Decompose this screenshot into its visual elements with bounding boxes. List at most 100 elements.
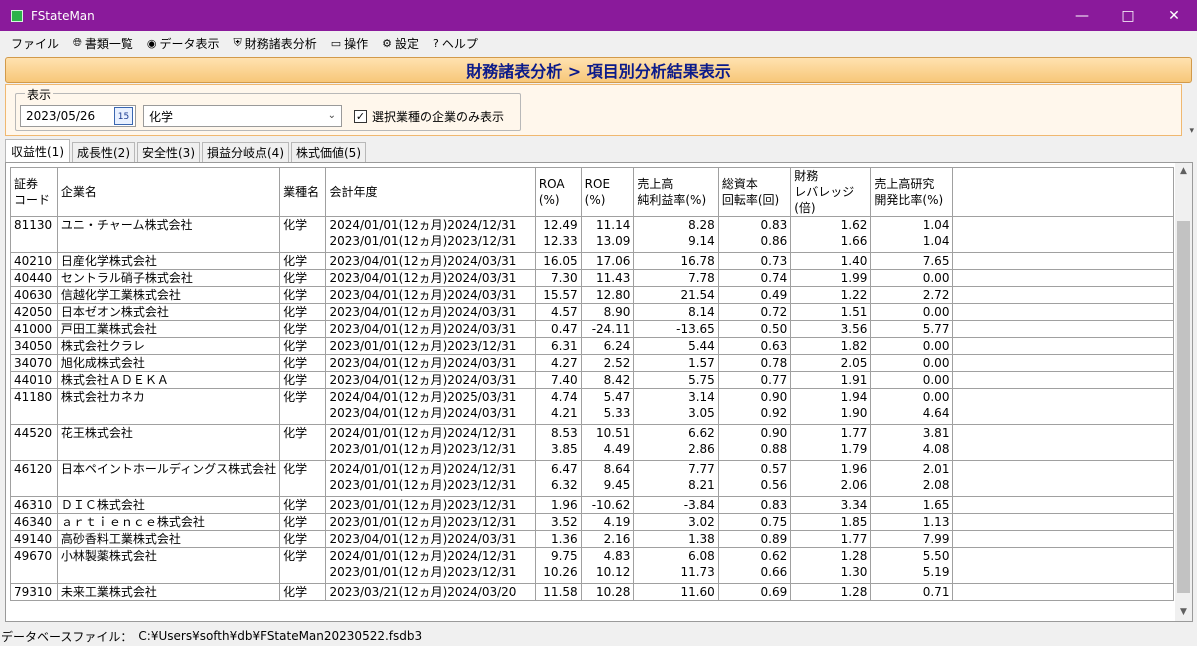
cell-company: 小林製薬株式会社 <box>56 547 281 584</box>
industry-value: 化学 <box>149 109 174 124</box>
menu-data-view[interactable]: ◉ データ表示 <box>140 31 227 55</box>
column-header[interactable]: ROE (%) <box>580 167 635 217</box>
scroll-up-icon[interactable]: ▲ <box>1175 163 1192 180</box>
date-picker[interactable]: 2023/05/26 15 <box>20 105 136 127</box>
table-row[interactable]: 34050 株式会社クラレ 化学 2023/01/01(12ヵ月)2023/12/31… <box>10 337 1174 355</box>
calendar-icon[interactable]: 15 <box>114 107 133 125</box>
cell-roa-line: 6.47 <box>550 462 578 476</box>
scroll-thumb[interactable] <box>1177 221 1190 593</box>
tab-safety[interactable]: 安全性(3) <box>137 142 200 162</box>
cell-roa: 15.57 <box>534 286 582 304</box>
maximize-icon: □ <box>1121 7 1135 24</box>
menu-financial-analysis[interactable]: ⛨ 財務諸表分析 <box>226 31 323 55</box>
cell-leverage-line: 1.77 <box>840 426 868 440</box>
column-header[interactable]: 売上高研究 開発比率(%) <box>870 167 954 217</box>
table-row[interactable]: 49670 小林製薬株式会社 化学 2024/01/01(12ヵ月)2024/12/3… <box>10 547 1174 584</box>
cell-rd-ratio-line: 2.01 <box>922 462 950 476</box>
cell-asset-turnover: 0.90 0.92 <box>717 388 792 425</box>
header-row: 証券 コード 企業名 業種名 会計年度 ROA (%) ROE (%) 売上高 純利益率(%… <box>10 167 1174 217</box>
panel-scroll-down-icon[interactable]: ▾ <box>1189 126 1194 136</box>
cell-roe: 4.19 <box>580 513 635 531</box>
cell-roe-line: -10.62 <box>591 498 631 512</box>
cell-rd-ratio-line: 2.72 <box>922 288 950 302</box>
tab-growth[interactable]: 成長性(2) <box>72 142 135 162</box>
column-header-label: 企業名 <box>60 185 97 199</box>
cell-company: 信越化学工業株式会社 <box>56 286 281 304</box>
cell-rd-ratio-line: 2.08 <box>922 478 950 492</box>
cell-rd-ratio: 0.00 <box>870 337 954 355</box>
menu-operation[interactable]: ▭ 操作 <box>324 31 375 55</box>
scroll-down-icon[interactable]: ▼ <box>1175 604 1192 621</box>
close-button[interactable]: ✕ <box>1151 0 1197 31</box>
table-row[interactable]: 34070 旭化成株式会社 化学 2023/04/01(12ヵ月)2024/03/31… <box>10 354 1174 372</box>
menu-help[interactable]: ? ヘルプ <box>426 31 485 55</box>
minimize-button[interactable]: — <box>1059 0 1105 31</box>
cell-code: 46120 <box>10 460 58 497</box>
only-selected-industry[interactable]: ✓ 選択業種の企業のみ表示 <box>354 108 504 125</box>
cell-roe-line: 2.52 <box>603 356 631 370</box>
cell-net-margin: 6.62 2.86 <box>633 424 719 461</box>
cell-asset-turnover-line: 0.88 <box>760 442 788 456</box>
cell-fiscal-year-line: 2023/04/01(12ヵ月)2024/03/31 <box>329 322 517 336</box>
column-header[interactable]: ROA (%) <box>534 167 582 217</box>
table-row[interactable]: 41180 株式会社カネカ 化学 2024/04/01(12ヵ月)2025/03/31… <box>10 388 1174 425</box>
table-row[interactable]: 46310 ＤＩＣ株式会社 化学 2023/01/01(12ヵ月)2023/12/31… <box>10 496 1174 514</box>
cell-rd-ratio-line: 1.13 <box>922 515 950 529</box>
column-header[interactable]: 売上高 純利益率(%) <box>633 167 719 217</box>
cell-net-margin: 5.75 <box>633 371 719 389</box>
cell-roa-line: 6.32 <box>550 478 578 492</box>
maximize-button[interactable]: □ <box>1105 0 1151 31</box>
cell-asset-turnover-line: 0.89 <box>760 532 788 546</box>
cell-asset-turnover: 0.50 <box>717 320 792 338</box>
tab-break-even[interactable]: 損益分岐点(4) <box>202 142 289 162</box>
table-row[interactable]: 81130 ユニ・チャーム株式会社 化学 2024/01/01(12ヵ月)2024/1… <box>10 216 1174 253</box>
cell-leverage: 1.51 <box>790 303 872 321</box>
cell-asset-turnover-line: 0.75 <box>760 515 788 529</box>
cell-asset-turnover-line: 0.92 <box>760 406 788 420</box>
column-header[interactable]: 財務 レバレッジ(倍) <box>790 167 872 217</box>
cell-company: 戸田工業株式会社 <box>56 320 281 338</box>
table-row[interactable]: 44520 花王株式会社 化学 2024/01/01(12ヵ月)2024/12/31 2… <box>10 424 1174 461</box>
only-selected-checkbox[interactable]: ✓ <box>354 110 367 123</box>
cell-fiscal-year-line: 2023/01/01(12ヵ月)2023/12/31 <box>329 565 517 579</box>
cell-asset-turnover: 0.83 0.86 <box>717 216 792 253</box>
cell-fiscal-year: 2023/04/01(12ヵ月)2024/03/31 <box>325 371 536 389</box>
table-row[interactable]: 40210 日産化学株式会社 化学 2023/04/01(12ヵ月)2024/03/3… <box>10 252 1174 270</box>
vertical-scrollbar[interactable]: ▲ ▼ <box>1175 163 1192 621</box>
cell-fiscal-year-line: 2024/01/01(12ヵ月)2024/12/31 <box>329 549 517 563</box>
table-row[interactable]: 41000 戸田工業株式会社 化学 2023/04/01(12ヵ月)2024/03/3… <box>10 320 1174 338</box>
header-filler <box>952 167 1174 217</box>
table-row[interactable]: 46120 日本ペイントホールディングス株式会社 化学 2024/01/01(12ヵ月… <box>10 460 1174 497</box>
column-header[interactable]: 会計年度 <box>325 167 536 217</box>
row-filler <box>952 303 1174 321</box>
cell-industry: 化学 <box>279 320 327 338</box>
window-title: FStateMan <box>31 8 95 23</box>
column-header[interactable]: 証券 コード <box>10 167 58 217</box>
menu-document-list[interactable]: 🌐︎ 書類一覧 <box>66 31 140 55</box>
cell-industry: 化学 <box>279 424 327 461</box>
table-row[interactable]: 40630 信越化学工業株式会社 化学 2023/04/01(12ヵ月)2024/03… <box>10 286 1174 304</box>
cell-company: ユニ・チャーム株式会社 <box>56 216 281 253</box>
tab-profitability[interactable]: 収益性(1) <box>5 139 70 162</box>
column-header[interactable]: 業種名 <box>279 167 327 217</box>
table-row[interactable]: 40440 セントラル硝子株式会社 化学 2023/04/01(12ヵ月)2024/0… <box>10 269 1174 287</box>
industry-select[interactable]: 化学 ⌄ <box>143 105 342 127</box>
cell-leverage: 1.22 <box>790 286 872 304</box>
cell-asset-turnover: 0.62 0.66 <box>717 547 792 584</box>
menu-settings[interactable]: ⚙ 設定 <box>375 31 426 55</box>
cell-asset-turnover-line: 0.74 <box>760 271 788 285</box>
menu-file[interactable]: ファイル <box>4 31 66 55</box>
table-row[interactable]: 49140 高砂香料工業株式会社 化学 2023/04/01(12ヵ月)2024/03… <box>10 530 1174 548</box>
table-row[interactable]: 44010 株式会社ＡＤＥＫＡ 化学 2023/04/01(12ヵ月)2024/03/… <box>10 371 1174 389</box>
row-filler <box>952 286 1174 304</box>
cell-roa: 4.27 <box>534 354 582 372</box>
column-header[interactable]: 総資本 回転率(回) <box>717 167 792 217</box>
menu-label: データ表示 <box>159 36 220 51</box>
tab-stock-value[interactable]: 株式価値(5) <box>291 142 366 162</box>
table-row[interactable]: 46340 ａｒｔｉｅｎｃｅ株式会社 化学 2023/01/01(12ヵ月)2023/… <box>10 513 1174 531</box>
cell-fiscal-year: 2023/01/01(12ヵ月)2023/12/31 <box>325 513 536 531</box>
table-row[interactable]: 42050 日本ゼオン株式会社 化学 2023/04/01(12ヵ月)2024/03/… <box>10 303 1174 321</box>
column-header[interactable]: 企業名 <box>56 167 281 217</box>
cell-roa-line: 0.47 <box>550 322 578 336</box>
table-row[interactable]: 79310 未来工業株式会社 化学 2023/03/21(12ヵ月)2024/03/2… <box>10 583 1174 601</box>
